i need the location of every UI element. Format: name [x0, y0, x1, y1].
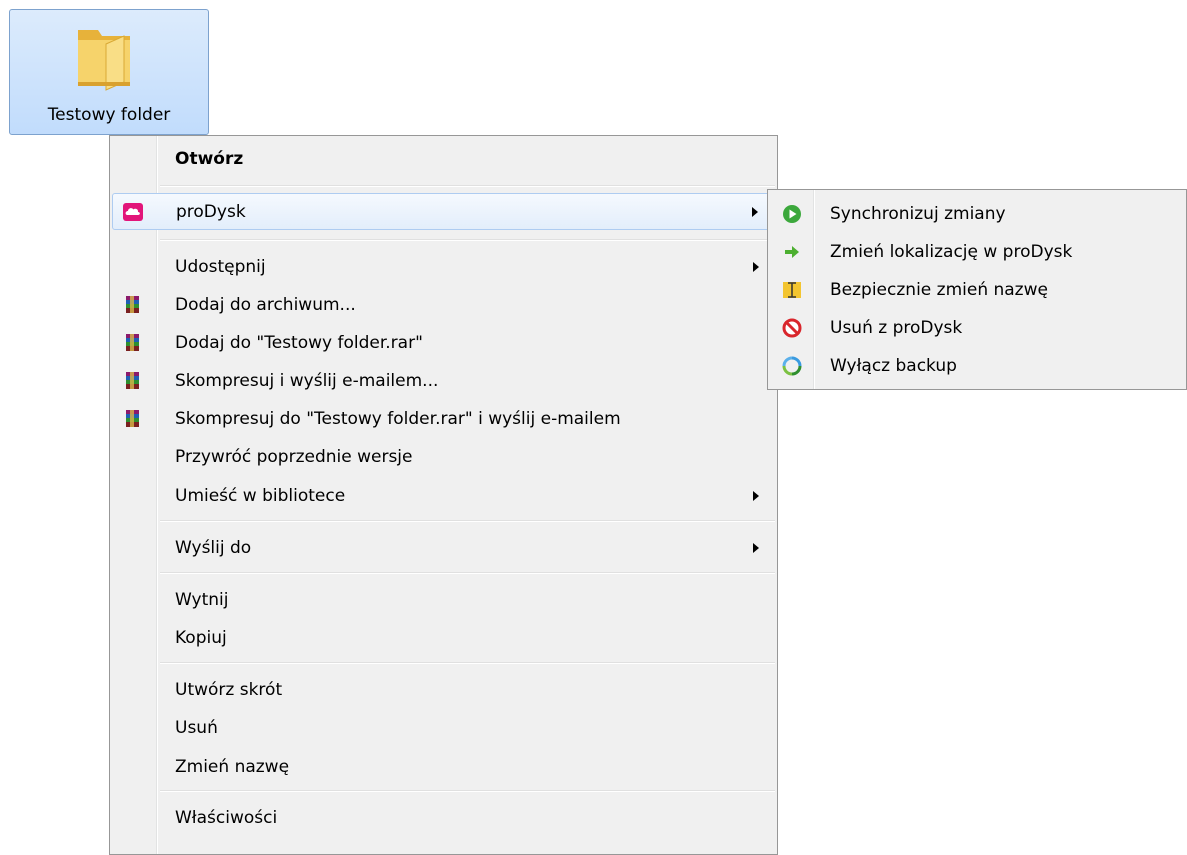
remove-circle-icon	[782, 318, 802, 338]
menu-separator	[160, 790, 775, 792]
submenu-item-label: Zmień lokalizację w proDysk	[830, 242, 1073, 262]
menu-item-label: Właściwości	[175, 807, 278, 828]
submenu-arrow-icon	[753, 261, 759, 272]
menu-item-add-to-archive[interactable]: Dodaj do archiwum...	[112, 286, 775, 323]
submenu-item-label: Usuń z proDysk	[830, 318, 963, 338]
menu-item-label: Otwórz	[175, 148, 244, 169]
rename-cursor-icon	[783, 282, 801, 298]
menu-item-send-to[interactable]: Wyślij do	[112, 529, 775, 566]
menu-separator	[160, 572, 775, 574]
menu-separator	[160, 662, 775, 664]
submenu-item-remove-from-prodysk[interactable]: Usuń z proDysk	[770, 309, 1184, 347]
prodysk-submenu: Synchronizuj zmiany Zmień lokalizację w …	[767, 189, 1187, 390]
submenu-item-disable-backup[interactable]: Wyłącz backup	[770, 347, 1184, 385]
menu-item-cut[interactable]: Wytnij	[112, 581, 775, 618]
menu-item-delete[interactable]: Usuń	[112, 709, 775, 746]
menu-item-label: Skompresuj do "Testowy folder.rar" i wyś…	[175, 408, 621, 429]
prodysk-cloud-icon	[123, 202, 143, 221]
menu-item-restore-versions[interactable]: Przywróć poprzednie wersje	[112, 438, 775, 475]
menu-item-label: Kopiuj	[175, 627, 227, 648]
menu-item-label: Wytnij	[175, 589, 229, 610]
menu-item-label: Zmień nazwę	[175, 756, 290, 777]
submenu-arrow-icon	[753, 542, 759, 553]
menu-separator	[160, 185, 775, 187]
menu-item-compress-email[interactable]: Skompresuj i wyślij e-mailem...	[112, 362, 775, 399]
menu-item-label: Przywróć poprzednie wersje	[175, 446, 413, 467]
menu-item-create-shortcut[interactable]: Utwórz skrót	[112, 671, 775, 708]
submenu-item-label: Synchronizuj zmiany	[830, 204, 1006, 224]
submenu-item-change-location[interactable]: Zmień lokalizację w proDysk	[770, 233, 1184, 271]
submenu-arrow-icon	[753, 490, 759, 501]
menu-item-properties[interactable]: Właściwości	[112, 799, 775, 836]
backup-refresh-icon	[782, 356, 802, 376]
menu-item-label: Skompresuj i wyślij e-mailem...	[175, 370, 439, 391]
submenu-item-sync-changes[interactable]: Synchronizuj zmiany	[770, 195, 1184, 233]
submenu-arrow-icon	[752, 206, 758, 217]
sync-play-icon	[783, 205, 801, 223]
menu-item-label: Dodaj do "Testowy folder.rar"	[175, 332, 423, 353]
submenu-item-label: Wyłącz backup	[830, 356, 957, 376]
menu-item-label: Wyślij do	[175, 537, 252, 558]
menu-separator	[160, 239, 775, 241]
menu-item-add-to-rar[interactable]: Dodaj do "Testowy folder.rar"	[112, 324, 775, 361]
menu-item-label: Dodaj do archiwum...	[175, 294, 356, 315]
menu-item-include-in-library[interactable]: Umieść w bibliotece	[112, 477, 775, 514]
winrar-icon	[126, 333, 139, 351]
menu-item-share[interactable]: Udostępnij	[112, 248, 775, 285]
context-menu: Otwórz proDysk Udostępnij Dodaj do archi…	[109, 135, 778, 855]
winrar-icon	[126, 409, 139, 427]
winrar-icon	[126, 371, 139, 389]
menu-item-copy[interactable]: Kopiuj	[112, 619, 775, 656]
menu-item-label: Udostępnij	[175, 256, 266, 277]
menu-separator	[160, 520, 775, 522]
folder-icon	[78, 30, 130, 91]
menu-item-label: Usuń	[175, 717, 218, 738]
desktop-folder[interactable]: Testowy folder	[9, 9, 209, 135]
menu-item-label: proDysk	[176, 201, 246, 222]
winrar-icon	[126, 295, 139, 313]
menu-item-open[interactable]: Otwórz	[112, 140, 775, 177]
folder-label: Testowy folder	[47, 105, 171, 125]
submenu-item-safe-rename[interactable]: Bezpiecznie zmień nazwę	[770, 271, 1184, 309]
submenu-item-label: Bezpiecznie zmień nazwę	[830, 280, 1048, 300]
menu-item-compress-rar-email[interactable]: Skompresuj do "Testowy folder.rar" i wyś…	[112, 400, 775, 437]
menu-item-label: Umieść w bibliotece	[175, 485, 346, 506]
menu-item-rename[interactable]: Zmień nazwę	[112, 748, 775, 785]
menu-item-label: Utwórz skrót	[175, 679, 283, 700]
move-arrow-icon	[785, 246, 799, 258]
menu-item-prodysk[interactable]: proDysk	[112, 193, 775, 230]
